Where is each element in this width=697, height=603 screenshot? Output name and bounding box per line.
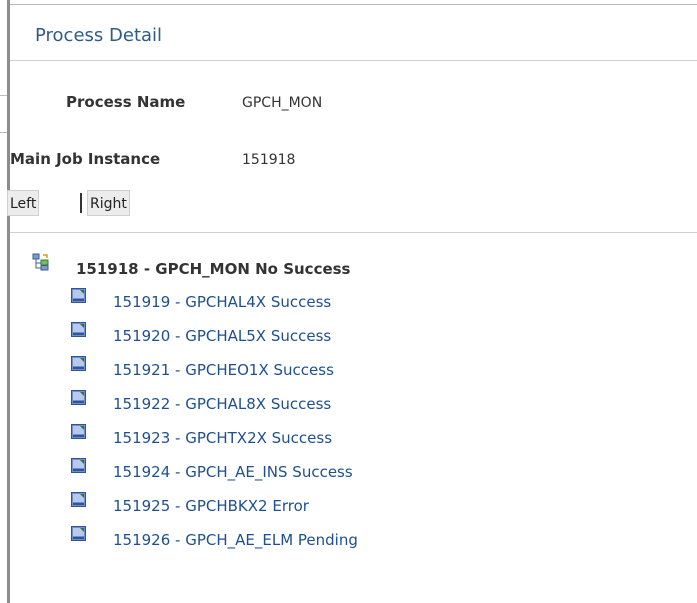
tree-item-link[interactable]: 151925 - GPCHBKX2 Error <box>113 497 309 515</box>
tree-item-link[interactable]: 151921 - GPCHEO1X Success <box>113 361 334 379</box>
process-icon <box>70 423 88 441</box>
process-icon <box>70 389 88 407</box>
tree-item-link[interactable]: 151924 - GPCH_AE_INS Success <box>113 463 353 481</box>
process-detail-window: Process Detail Process Name GPCH_MON Mai… <box>0 0 697 603</box>
process-name-value: GPCH_MON <box>242 95 323 111</box>
content-panel: Process Detail Process Name GPCH_MON Mai… <box>7 0 697 603</box>
top-border <box>10 4 697 5</box>
page-title: Process Detail <box>35 25 163 46</box>
left-button[interactable]: Left <box>7 190 40 216</box>
button-separator <box>80 193 82 213</box>
main-job-instance-label: Main Job Instance <box>10 150 161 168</box>
tree-item-link[interactable]: 151920 - GPCHAL5X Success <box>113 327 331 345</box>
job-tree-icon <box>32 253 50 271</box>
main-job-instance-value: 151918 <box>242 152 296 168</box>
process-name-label: Process Name <box>66 93 186 111</box>
process-icon <box>70 525 88 543</box>
tree-item-link[interactable]: 151919 - GPCHAL4X Success <box>113 293 331 311</box>
tree-item-link[interactable]: 151922 - GPCHAL8X Success <box>113 395 331 413</box>
tree-item-link[interactable]: 151923 - GPCHTX2X Success <box>113 429 332 447</box>
process-icon <box>70 491 88 509</box>
tree-root-label: 151918 - GPCH_MON No Success <box>76 260 351 278</box>
section-divider <box>10 232 697 233</box>
right-button[interactable]: Right <box>87 190 130 216</box>
process-icon <box>70 287 88 305</box>
process-icon <box>70 457 88 475</box>
tree-item-link[interactable]: 151926 - GPCH_AE_ELM Pending <box>113 531 358 549</box>
title-divider <box>10 60 697 61</box>
process-icon <box>70 355 88 373</box>
process-icon <box>70 321 88 339</box>
